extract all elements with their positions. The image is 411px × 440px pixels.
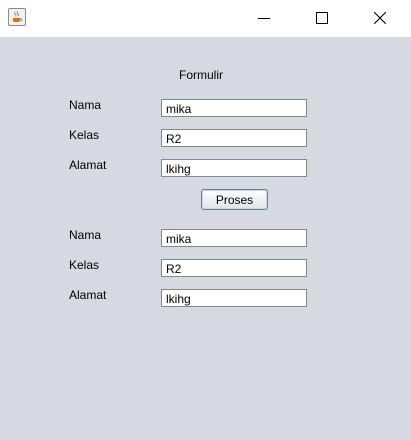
output-nama-field[interactable]: [161, 229, 307, 247]
output-alamat-label: Alamat: [69, 288, 107, 302]
kelas-input[interactable]: [161, 129, 307, 147]
form-title: Formulir: [179, 68, 223, 82]
java-cup-icon[interactable]: [8, 8, 26, 26]
form-panel: Formulir Nama Kelas Alamat Proses Nama K…: [0, 37, 411, 440]
output-kelas-field[interactable]: [161, 259, 307, 277]
maximize-icon: [316, 12, 328, 24]
maximize-button[interactable]: [299, 0, 345, 37]
alamat-label: Alamat: [69, 158, 107, 172]
output-nama-label: Nama: [69, 228, 102, 242]
minimize-button[interactable]: [241, 0, 287, 37]
output-alamat-field[interactable]: [161, 289, 307, 307]
title-bar: [0, 0, 411, 37]
nama-label: Nama: [69, 98, 102, 112]
nama-input[interactable]: [161, 99, 307, 117]
output-kelas-label: Kelas: [69, 258, 100, 272]
kelas-label: Kelas: [69, 128, 100, 142]
proses-button[interactable]: Proses: [201, 189, 268, 210]
alamat-input[interactable]: [161, 159, 307, 177]
close-icon: [374, 12, 386, 24]
close-button[interactable]: [357, 0, 403, 37]
minimize-icon: [258, 18, 270, 19]
